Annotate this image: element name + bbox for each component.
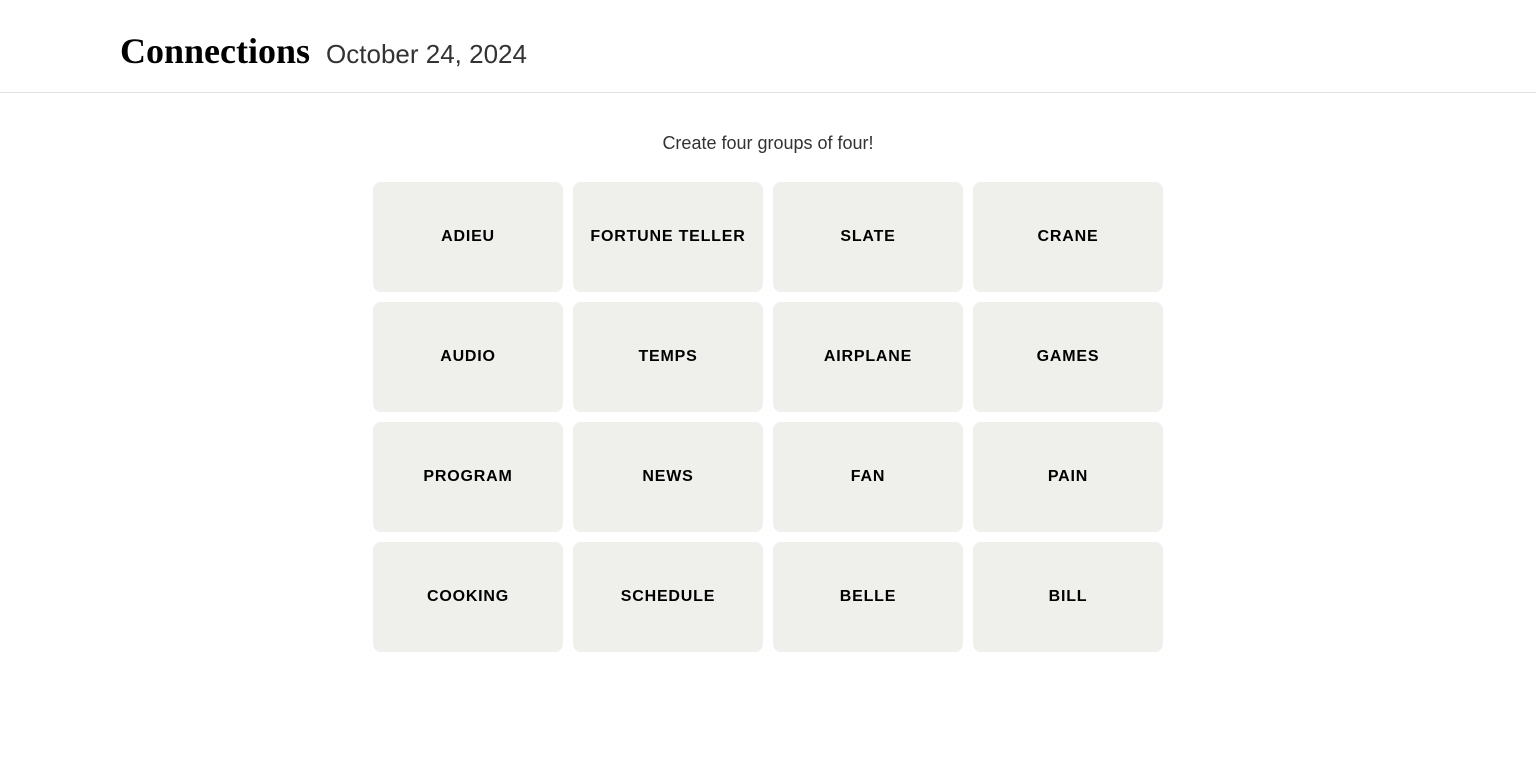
tile-3[interactable]: CRANE [973,182,1163,292]
tile-13[interactable]: SCHEDULE [573,542,763,652]
tile-6[interactable]: AIRPLANE [773,302,963,412]
tile-grid: ADIEUFORTUNE TELLERSLATECRANE AUDIOTEMPSA… [373,182,1163,652]
tile-4[interactable]: AUDIO [373,302,563,412]
tile-8[interactable]: PROGRAM [373,422,563,532]
tile-10[interactable]: FAN [773,422,963,532]
main-content: Create four groups of four! ADIEUFORTUNE… [0,93,1536,692]
page-title: Connections [120,30,310,72]
game-instruction: Create four groups of four! [662,133,873,154]
page-header: Connections October 24, 2024 [0,0,1536,92]
tile-0[interactable]: ADIEU [373,182,563,292]
tile-1[interactable]: FORTUNE TELLER [573,182,763,292]
tile-14[interactable]: BELLE [773,542,963,652]
tile-15[interactable]: BILL [973,542,1163,652]
tile-9[interactable]: NEWS [573,422,763,532]
tile-11[interactable]: PAIN [973,422,1163,532]
page-date: October 24, 2024 [326,39,527,70]
tile-2[interactable]: SLATE [773,182,963,292]
tile-5[interactable]: TEMPS [573,302,763,412]
tile-12[interactable]: COOKING [373,542,563,652]
tile-7[interactable]: GAMES [973,302,1163,412]
